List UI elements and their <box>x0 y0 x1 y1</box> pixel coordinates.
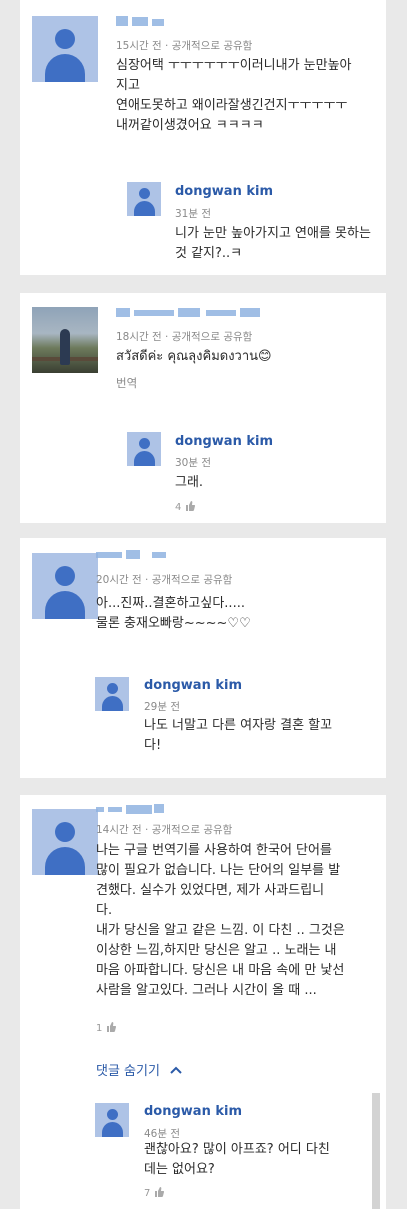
avatar[interactable] <box>127 432 161 466</box>
thumbs-up-icon[interactable] <box>185 501 195 511</box>
comment-time: 20시간 전 · 공개적으로 공유함 <box>96 574 233 586</box>
scrollbar[interactable] <box>372 1093 380 1209</box>
comment-like-count[interactable]: 1 <box>96 1022 116 1034</box>
comment-card: 18시간 전 · 공개적으로 공유함 สวัสดีค่ะ คุณลุงคิมดง… <box>20 293 386 523</box>
comment-card: 20시간 전 · 공개적으로 공유함 아...진짜..결혼하고싶다..... 물… <box>20 538 386 778</box>
reply-author-name[interactable]: dongwan kim <box>144 1104 242 1119</box>
comment-text: สวัสดีค่ะ คุณลุงคิมดงวาน😊 <box>116 349 272 364</box>
avatar[interactable] <box>32 809 98 875</box>
author-name-redacted[interactable] <box>96 804 186 814</box>
comment-text: 나는 구글 번역기를 사용하여 한국어 단어를 많이 필요가 없습니다. 나는 … <box>96 843 345 998</box>
like-count: 7 <box>144 1188 151 1199</box>
chevron-up-icon <box>170 1066 182 1074</box>
avatar[interactable] <box>95 1103 129 1137</box>
like-count: 4 <box>175 502 182 513</box>
comment-card: 14시간 전 · 공개적으로 공유함 나는 구글 번역기를 사용하여 한국어 단… <box>20 795 386 1209</box>
comment-text: 심장어택 ㅜㅜㅜㅜㅜㅜ이러니내가 눈만높아 지고 연애도못하고 왜이라잘생긴건지… <box>116 58 352 133</box>
avatar[interactable] <box>32 553 98 619</box>
reply-text: 나도 너말고 다른 여자랑 결혼 할꼬 다! <box>144 718 333 753</box>
author-name-redacted[interactable] <box>116 308 266 318</box>
reply-time: 29분 전 <box>144 701 181 713</box>
comment-card: 15시간 전 · 공개적으로 공유함 심장어택 ㅜㅜㅜㅜㅜㅜ이러니내가 눈만높아… <box>20 0 386 275</box>
reply-author-name[interactable]: dongwan kim <box>144 678 242 693</box>
comment-text: 아...진짜..결혼하고싶다..... 물론 충재오빠랑~~~~♡♡ <box>96 596 251 631</box>
comment-time: 18시간 전 · 공개적으로 공유함 <box>116 331 253 343</box>
thumbs-up-icon[interactable] <box>106 1022 116 1032</box>
author-name-redacted[interactable] <box>116 16 186 26</box>
avatar[interactable] <box>95 677 129 711</box>
hide-replies-button[interactable]: 댓글 숨기기 <box>96 1060 182 1079</box>
hide-replies-label: 댓글 숨기기 <box>96 1064 160 1079</box>
reply-text: 괜찮아요? 많이 아프죠? 어디 다친 데는 없어요? <box>144 1142 330 1177</box>
reply-time: 30분 전 <box>175 457 212 469</box>
translate-link[interactable]: 번역 <box>116 375 137 391</box>
reply-time: 46분 전 <box>144 1128 181 1140</box>
reply-like-count[interactable]: 7 <box>144 1187 164 1199</box>
reply-like-count[interactable]: 4 <box>175 501 195 513</box>
like-count: 1 <box>96 1023 103 1034</box>
thumbs-up-icon[interactable] <box>154 1187 164 1197</box>
comment-time: 14시간 전 · 공개적으로 공유함 <box>96 824 233 836</box>
avatar[interactable] <box>32 16 98 82</box>
comment-time: 15시간 전 · 공개적으로 공유함 <box>116 40 253 52</box>
reply-time: 31분 전 <box>175 208 212 220</box>
avatar-photo[interactable] <box>32 307 98 373</box>
avatar[interactable] <box>127 182 161 216</box>
author-name-redacted[interactable] <box>96 550 186 560</box>
reply-text: 그래. <box>175 475 204 490</box>
reply-text: 니가 눈만 높아가지고 연애를 못하는 것 같지?..ㅋ <box>175 226 371 261</box>
reply-author-name[interactable]: dongwan kim <box>175 434 273 449</box>
reply-author-name[interactable]: dongwan kim <box>175 184 273 199</box>
